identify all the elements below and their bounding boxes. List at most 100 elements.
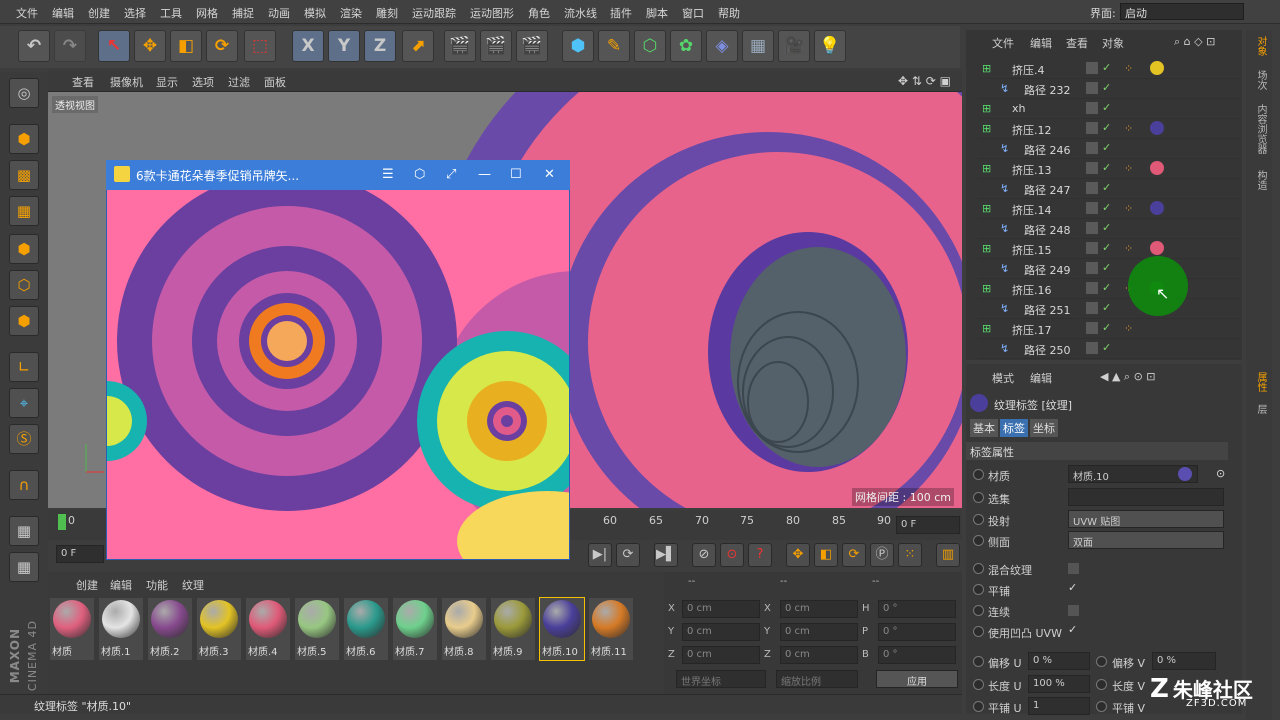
light-button[interactable]: 💡 — [814, 30, 846, 62]
key-scale-button[interactable]: ◧ — [814, 543, 838, 567]
scale-ratio-select[interactable]: 缩放比例 — [776, 670, 858, 688]
mat-menu-texture[interactable]: 纹理 — [182, 577, 204, 593]
edges-mode-button[interactable]: ⬡ — [9, 270, 39, 300]
loop-button[interactable]: ⟳ — [616, 543, 640, 567]
anim-radio[interactable] — [973, 626, 984, 637]
object-row[interactable]: ⊞ 挤压.12 ✓ ⁘ — [978, 119, 1240, 139]
menu-mograph[interactable]: 运动图形 — [470, 5, 514, 21]
visibility-check-icon[interactable]: ✓ — [1102, 81, 1111, 94]
render-settings-button[interactable]: 🎬 — [516, 30, 548, 62]
anim-radio[interactable] — [973, 514, 984, 525]
coord-field[interactable]: 0 ° — [878, 623, 956, 641]
lock-grid-button[interactable]: ▦ — [9, 516, 39, 546]
material-swatch-item[interactable]: 材质.5 — [295, 598, 339, 660]
menu-tools[interactable]: 工具 — [160, 5, 182, 21]
vp-menu-panel[interactable]: 面板 — [264, 74, 286, 90]
visibility-check-icon[interactable]: ✓ — [1102, 241, 1111, 254]
layer-checkbox[interactable] — [1086, 282, 1098, 294]
object-row[interactable]: ↯ 路径 232 ✓ — [978, 79, 1240, 99]
attr-menu-mode[interactable]: 模式 — [992, 370, 1014, 386]
material-swatch-item[interactable]: 材质.3 — [197, 598, 241, 660]
anim-radio[interactable] — [973, 469, 984, 480]
coord-field[interactable]: 0 cm — [682, 646, 760, 664]
visibility-check-icon[interactable]: ✓ — [1102, 341, 1111, 354]
menu-help[interactable]: 帮助 — [718, 5, 740, 21]
mat-menu-create[interactable]: 创建 — [76, 577, 98, 593]
vp-menu-filter[interactable]: 过滤 — [228, 74, 250, 90]
material-swatch-item[interactable]: 材质.10 — [539, 597, 585, 661]
visibility-check-icon[interactable]: ✓ — [1102, 121, 1111, 134]
layer-checkbox[interactable] — [1086, 202, 1098, 214]
object-row[interactable]: ⊞ 挤压.14 ✓ ⁘ — [978, 199, 1240, 219]
object-row[interactable]: ↯ 路径 251 ✓ — [978, 299, 1240, 319]
material-swatch-item[interactable]: 材质.8 — [442, 598, 486, 660]
coord-system-button[interactable]: ⬈ — [402, 30, 434, 62]
menu-sculpt[interactable]: 雕刻 — [376, 5, 398, 21]
object-name[interactable]: 挤压.15 — [1012, 242, 1052, 258]
texture-mode-button[interactable]: ▩ — [9, 160, 39, 190]
workplane-button[interactable]: ▦ — [9, 196, 39, 226]
side-tab-objects[interactable]: 对象 — [1250, 36, 1268, 56]
obj-search-icon[interactable]: ⌕ ⌂ ◇ ⊡ — [1174, 35, 1215, 49]
length-u-field[interactable]: 100 % — [1028, 675, 1090, 693]
redo-button[interactable]: ↷ — [54, 30, 86, 62]
anim-radio[interactable] — [1096, 679, 1107, 690]
material-swatch-item[interactable]: 材质.1 — [99, 598, 143, 660]
render-view-button[interactable]: 🎬 — [444, 30, 476, 62]
material-swatch-item[interactable]: 材质.11 — [589, 598, 633, 660]
menu-motion-tracking[interactable]: 运动跟踪 — [412, 5, 456, 21]
visibility-check-icon[interactable]: ✓ — [1102, 101, 1111, 114]
select-tool-button[interactable]: ↖ — [98, 30, 130, 62]
layer-checkbox[interactable] — [1086, 262, 1098, 274]
obj-menu-file[interactable]: 文件 — [992, 35, 1014, 51]
anim-radio[interactable] — [973, 701, 984, 712]
anim-radio[interactable] — [973, 563, 984, 574]
menu-create[interactable]: 创建 — [88, 5, 110, 21]
visibility-check-icon[interactable]: ✓ — [1102, 301, 1111, 314]
axis-y-button[interactable]: Y — [328, 30, 360, 62]
menu-plugins[interactable]: 插件 — [610, 5, 632, 21]
menu-simulate[interactable]: 模拟 — [304, 5, 326, 21]
object-name[interactable]: 路径 248 — [1024, 222, 1071, 238]
polygons-mode-button[interactable]: ⬢ — [9, 306, 39, 336]
visibility-check-icon[interactable]: ✓ — [1102, 201, 1111, 214]
texture-tag-icon[interactable] — [1150, 121, 1164, 135]
object-row[interactable]: ⊞ 挤压.4 ✓ ⁘ — [978, 59, 1240, 79]
maximize-icon[interactable]: ☐ — [510, 167, 522, 182]
layer-checkbox[interactable] — [1086, 122, 1098, 134]
layer-checkbox[interactable] — [1086, 82, 1098, 94]
object-name[interactable]: 路径 247 — [1024, 182, 1071, 198]
key-rotate-button[interactable]: ⟳ — [842, 543, 866, 567]
phong-tag-icon[interactable]: ⁘ — [1124, 162, 1133, 175]
seamless-checkbox[interactable] — [1068, 605, 1079, 616]
layer-checkbox[interactable] — [1086, 242, 1098, 254]
mat-menu-edit[interactable]: 编辑 — [110, 577, 132, 593]
vp-menu-display[interactable]: 显示 — [156, 74, 178, 90]
side-tab-layers[interactable]: 层 — [1250, 404, 1268, 414]
side-tab-structure[interactable]: 构造 — [1250, 170, 1268, 190]
tile-checkbox[interactable]: ✓ — [1068, 581, 1077, 594]
pen-button[interactable]: ✎ — [598, 30, 630, 62]
menu-icon[interactable]: ☰ — [382, 167, 394, 182]
tab-tag[interactable]: 标签 — [1000, 419, 1028, 437]
material-swatch-item[interactable]: 材质.6 — [344, 598, 388, 660]
layer-checkbox[interactable] — [1086, 222, 1098, 234]
texture-tag-icon[interactable] — [1150, 241, 1164, 255]
image-viewer-titlebar[interactable]: 6款卡通花朵春季促销吊牌矢... ☰ ⬡ ⤢ — ☐ ✕ — [106, 160, 570, 190]
material-swatch-item[interactable]: 材质.2 — [148, 598, 192, 660]
object-name[interactable]: 路径 249 — [1024, 262, 1071, 278]
coord-field[interactable]: 0 ° — [878, 646, 956, 664]
side-tab-attributes[interactable]: 属性 — [1250, 372, 1268, 392]
anim-radio[interactable] — [1096, 656, 1107, 667]
render-picture-button[interactable]: 🎬 — [480, 30, 512, 62]
offset-v-field[interactable]: 0 % — [1152, 652, 1216, 670]
subdivision-button[interactable]: ⬡ — [634, 30, 666, 62]
obj-menu-object[interactable]: 对象 — [1102, 35, 1124, 51]
object-name[interactable]: 路径 246 — [1024, 142, 1071, 158]
menu-pipeline[interactable]: 流水线 — [564, 5, 597, 21]
visibility-check-icon[interactable]: ✓ — [1102, 181, 1111, 194]
object-row[interactable]: ↯ 路径 248 ✓ — [978, 219, 1240, 239]
key-pla-button[interactable]: ⁙ — [898, 543, 922, 567]
projection-select[interactable]: UVW 贴图 — [1068, 510, 1224, 528]
snap-button[interactable]: Ⓢ — [9, 424, 39, 454]
